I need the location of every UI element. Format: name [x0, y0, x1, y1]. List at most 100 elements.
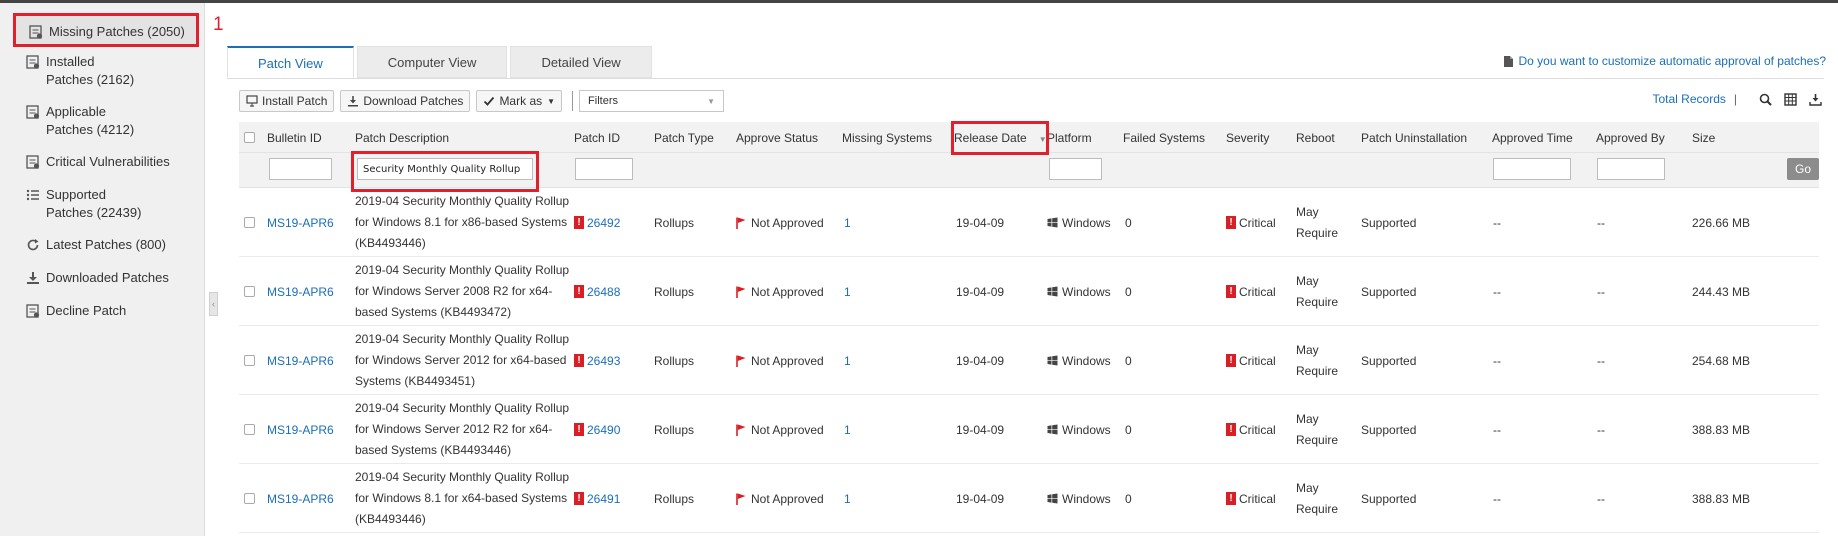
patch-uninstallation: Supported	[1361, 215, 1417, 230]
size: 244.43 MB	[1692, 284, 1751, 299]
sidebar-item-latest-patches[interactable]: Latest Patches (800)	[26, 236, 166, 254]
bulletin-id-link[interactable]: MS19-APR6	[267, 423, 334, 437]
sidebar-item-label: Missing Patches (2050)	[49, 24, 185, 39]
customize-approval-link[interactable]: Do you want to customize automatic appro…	[1503, 54, 1826, 68]
table-row[interactable]: MS19-APR6 2019-04 Security Monthly Qualit…	[239, 326, 1819, 395]
header-missing-systems[interactable]: Missing Systems	[842, 131, 932, 145]
mark-as-dropdown[interactable]: Mark as ▼	[476, 90, 563, 112]
sidebar-item-label: Applicable Patches (4212)	[46, 104, 135, 137]
reboot: May Require	[1296, 342, 1339, 378]
failed-systems: 0	[1125, 422, 1132, 437]
go-button[interactable]: Go	[1787, 158, 1819, 180]
approved-time: --	[1493, 284, 1501, 299]
table-row[interactable]: MS19-APR6 2019-04 Security Monthly Qualit…	[239, 188, 1819, 257]
patch-list-icon	[26, 304, 40, 318]
bulletin-id-link[interactable]: MS19-APR6	[267, 285, 334, 299]
tab-detailed-view[interactable]: Detailed View	[510, 46, 652, 78]
filters-select[interactable]: Filters ▼	[579, 90, 725, 112]
header-bulletin-id[interactable]: Bulletin ID	[267, 131, 322, 145]
missing-systems-link[interactable]: 1	[844, 423, 851, 437]
approve-status: Not Approved	[751, 422, 824, 437]
release-date: 19-04-09	[956, 491, 1005, 506]
patch-uninstallation: Supported	[1361, 491, 1417, 506]
approved-time: --	[1493, 215, 1501, 230]
row-checkbox[interactable]	[244, 286, 255, 297]
windows-icon	[1047, 355, 1058, 366]
header-approved-time[interactable]: Approved Time	[1492, 131, 1573, 145]
patch-id-link[interactable]: 26490	[587, 423, 620, 437]
patch-uninstallation: Supported	[1361, 422, 1417, 437]
sidebar-item-installed-patches[interactable]: Installed Patches (2162)	[26, 53, 134, 89]
tab-computer-view[interactable]: Computer View	[356, 46, 508, 78]
patch-description: 2019-04 Security Monthly Quality Rollup …	[355, 332, 570, 388]
row-checkbox[interactable]	[244, 355, 255, 366]
patch-id-link[interactable]: 26488	[587, 285, 620, 299]
bulletin-id-link[interactable]: MS19-APR6	[267, 354, 334, 368]
select-all-checkbox[interactable]	[244, 132, 255, 143]
header-platform[interactable]: Platform	[1047, 131, 1092, 145]
header-failed-systems[interactable]: Failed Systems	[1123, 131, 1205, 145]
patch-id-link[interactable]: 26492	[587, 216, 620, 230]
header-approved-by[interactable]: Approved By	[1596, 131, 1665, 145]
missing-systems-link[interactable]: 1	[844, 354, 851, 368]
approved-by-filter-input[interactable]	[1597, 158, 1665, 180]
header-patch-type[interactable]: Patch Type	[654, 131, 714, 145]
caret-down-icon: ▼	[707, 96, 716, 106]
sidebar-item-label: Supported Patches (22439)	[46, 187, 142, 220]
table-row[interactable]: MS19-APR6 2019-04 Security Monthly Qualit…	[239, 395, 1819, 464]
platform-filter-input[interactable]	[1049, 158, 1102, 180]
sidebar-item-downloaded-patches[interactable]: Downloaded Patches	[26, 269, 169, 287]
total-records-link[interactable]: Total Records	[1653, 92, 1726, 106]
install-patch-button[interactable]: Install Patch	[239, 90, 335, 112]
release-date: 19-04-09	[956, 353, 1005, 368]
patch-type: Rollups	[654, 353, 695, 368]
download-patches-button[interactable]: Download Patches	[340, 90, 471, 112]
refresh-icon	[27, 239, 39, 251]
missing-systems-link[interactable]: 1	[844, 216, 851, 230]
export-icon[interactable]	[1809, 93, 1822, 106]
patch-id-link[interactable]: 26491	[587, 492, 620, 506]
sidebar-collapse-handle[interactable]: ‹	[209, 292, 218, 316]
severity: Critical	[1239, 491, 1276, 506]
row-checkbox[interactable]	[244, 217, 255, 228]
approved-time-filter-input[interactable]	[1493, 158, 1571, 180]
header-patch-id[interactable]: Patch ID	[574, 131, 620, 145]
severity: Critical	[1239, 422, 1276, 437]
patch-description-filter-input[interactable]	[357, 158, 533, 180]
table-tools: Total Records |	[1653, 92, 1823, 106]
sidebar-item-critical-vulnerabilities[interactable]: Critical Vulnerabilities	[26, 153, 170, 171]
sidebar-item-missing-patches[interactable]: Missing Patches (2050)	[13, 13, 199, 47]
header-size[interactable]: Size	[1692, 131, 1715, 145]
bulletin-id-link[interactable]: MS19-APR6	[267, 216, 334, 230]
caret-down-icon: ▼	[547, 96, 556, 106]
header-patch-uninstallation[interactable]: Patch Uninstallation	[1361, 131, 1467, 145]
patch-id-link[interactable]: 26493	[587, 354, 620, 368]
header-reboot[interactable]: Reboot	[1296, 131, 1335, 145]
sidebar-item-label: Downloaded Patches	[46, 270, 169, 285]
sidebar-item-supported-patches[interactable]: Supported Patches (22439)	[26, 186, 141, 222]
patch-list-icon	[26, 55, 40, 69]
approved-by: --	[1597, 353, 1605, 368]
header-approve-status[interactable]: Approve Status	[736, 131, 818, 145]
header-release-date[interactable]: Release Date ▼	[954, 131, 1047, 145]
row-checkbox[interactable]	[244, 424, 255, 435]
reboot: May Require	[1296, 204, 1339, 240]
platform: Windows	[1062, 284, 1111, 299]
patch-id-filter-input[interactable]	[575, 158, 633, 180]
search-icon[interactable]	[1759, 93, 1772, 106]
header-patch-description[interactable]: Patch Description	[355, 131, 449, 145]
table-header-row: Bulletin ID Patch Description Patch ID P…	[239, 122, 1819, 153]
row-checkbox[interactable]	[244, 493, 255, 504]
table-row[interactable]: MS19-APR6 2019-04 Security Monthly Qualit…	[239, 257, 1819, 326]
missing-systems-link[interactable]: 1	[844, 492, 851, 506]
approved-time: --	[1493, 353, 1501, 368]
table-row[interactable]: MS19-APR6 2019-04 Security Monthly Qualit…	[239, 464, 1819, 533]
sidebar-item-decline-patch[interactable]: Decline Patch	[26, 302, 126, 320]
missing-systems-link[interactable]: 1	[844, 285, 851, 299]
bulletin-id-filter-input[interactable]	[269, 158, 332, 180]
tab-patch-view[interactable]: Patch View	[227, 46, 354, 78]
sidebar-item-applicable-patches[interactable]: Applicable Patches (4212)	[26, 103, 134, 139]
columns-grid-icon[interactable]	[1784, 92, 1797, 106]
bulletin-id-link[interactable]: MS19-APR6	[267, 492, 334, 506]
header-severity[interactable]: Severity	[1226, 131, 1269, 145]
